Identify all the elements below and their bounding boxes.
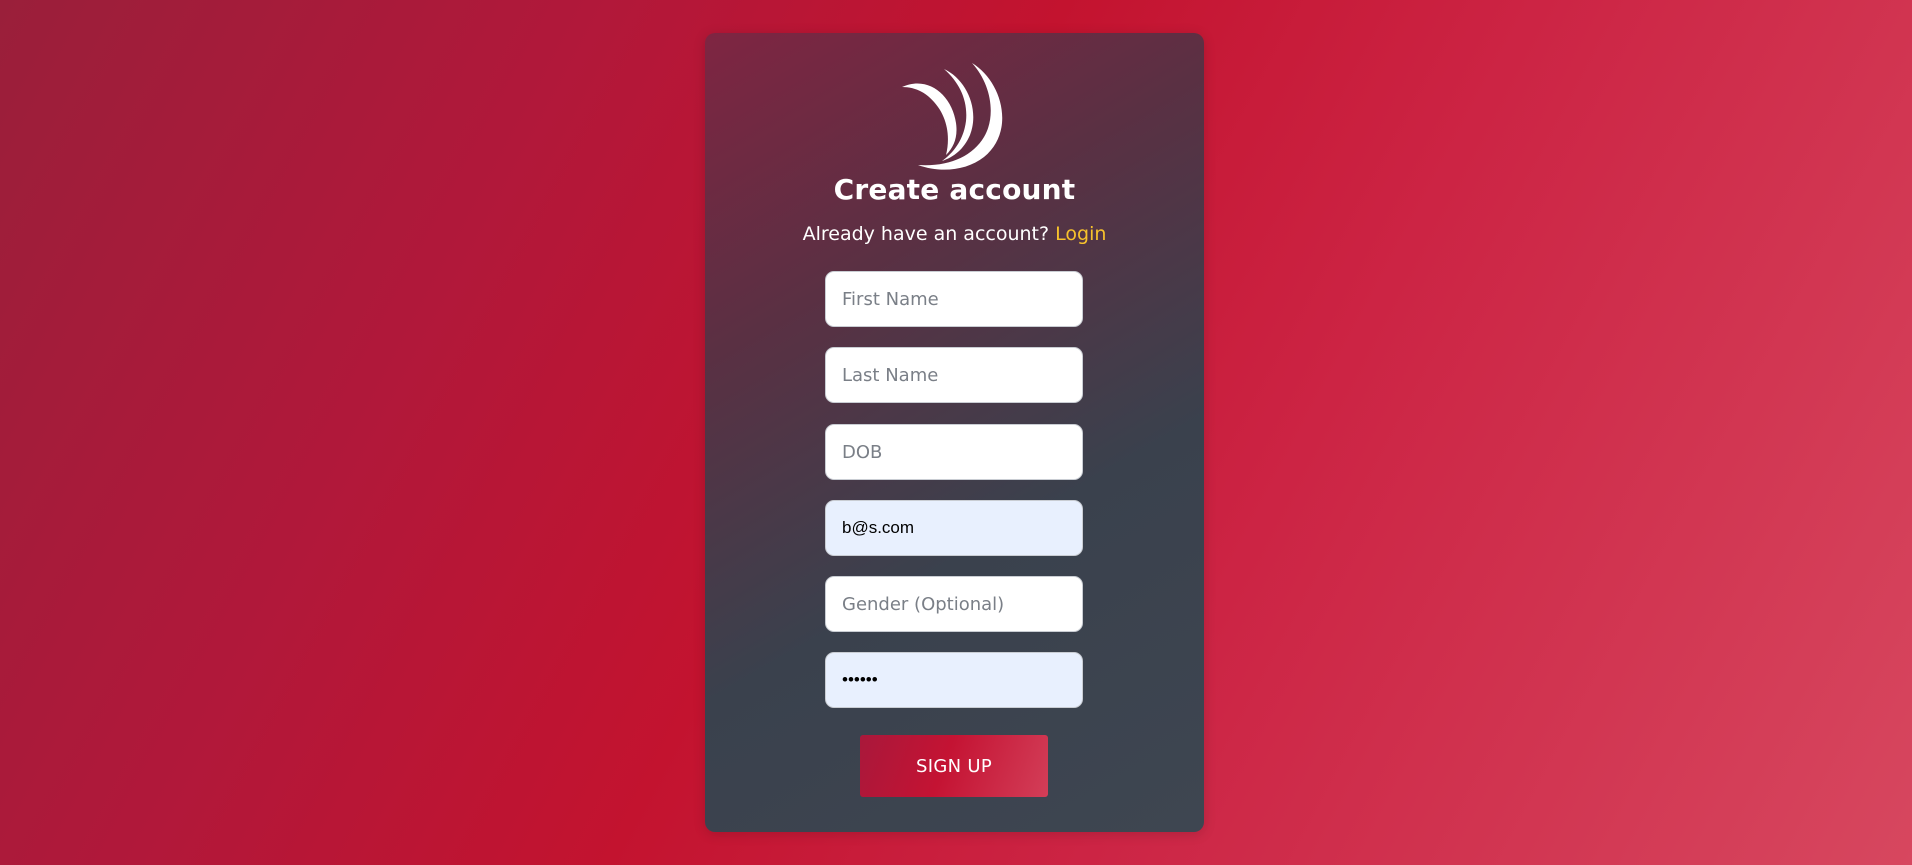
email-input[interactable] — [825, 500, 1083, 556]
gender-input[interactable] — [825, 576, 1083, 632]
page-title: Create account — [833, 173, 1076, 206]
login-link[interactable]: Login — [1055, 223, 1106, 245]
logo-icon — [902, 63, 1003, 170]
last-name-input[interactable] — [825, 347, 1083, 403]
first-name-input[interactable] — [825, 271, 1083, 327]
dob-input[interactable] — [825, 424, 1083, 480]
login-prompt-text: Already have an account? — [802, 223, 1050, 245]
signup-card: Create account Already have an account? … — [705, 33, 1204, 832]
login-prompt: Already have an account? Login — [705, 223, 1204, 245]
sign-up-button[interactable]: SIGN UP — [860, 735, 1048, 797]
password-input[interactable] — [825, 652, 1083, 708]
